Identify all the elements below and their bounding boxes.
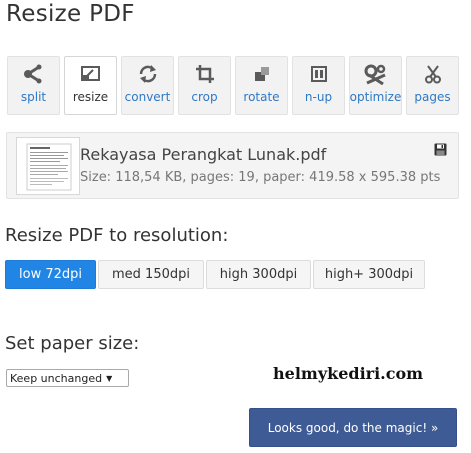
tool-label: resize — [72, 90, 109, 104]
tool-label: convert — [124, 90, 171, 104]
n-up-icon — [309, 57, 329, 90]
crop-icon — [195, 57, 215, 90]
rotate-icon — [252, 57, 272, 90]
resolution-option-high-plus[interactable]: high+ 300dpi — [313, 260, 425, 289]
file-panel: Rekayasa Perangkat Lunak.pdf Size: 118,5… — [6, 132, 459, 199]
resolution-title: Resize PDF to resolution: — [5, 225, 229, 246]
tool-convert[interactable]: convert — [121, 56, 174, 115]
tool-label: split — [20, 90, 47, 104]
tool-label: crop — [191, 90, 218, 104]
scissors-icon — [423, 57, 443, 90]
resize-icon — [79, 57, 103, 90]
tool-label: rotate — [243, 90, 280, 104]
paper-size-value: Keep unchanged — [10, 371, 103, 385]
submit-button[interactable]: Looks good, do the magic! » — [249, 408, 457, 447]
tool-label: pages — [414, 90, 451, 104]
tool-toolbar: split resize convert crop rotate n-up op… — [7, 56, 459, 115]
paper-size-select[interactable]: Keep unchanged ▼ — [6, 369, 129, 387]
pdf-thumbnail — [16, 137, 80, 195]
floppy-disk-icon[interactable] — [434, 141, 447, 160]
tool-resize[interactable]: resize — [64, 56, 117, 115]
split-icon — [22, 57, 46, 90]
file-name: Rekayasa Perangkat Lunak.pdf — [80, 145, 327, 164]
paper-size-title: Set paper size: — [5, 333, 140, 354]
resolution-option-low[interactable]: low 72dpi — [5, 260, 96, 289]
resolution-options: low 72dpi med 150dpi high 300dpi high+ 3… — [5, 260, 425, 289]
tool-rotate[interactable]: rotate — [235, 56, 288, 115]
resolution-option-high[interactable]: high 300dpi — [206, 260, 311, 289]
resolution-option-med[interactable]: med 150dpi — [98, 260, 204, 289]
convert-icon — [137, 57, 159, 90]
file-info: Size: 118,54 KB, pages: 19, paper: 419.5… — [80, 170, 441, 185]
tool-label: n-up — [304, 90, 333, 104]
chevron-down-icon: ▼ — [106, 373, 113, 383]
tool-label: optimize — [349, 90, 402, 104]
tool-pages[interactable]: pages — [406, 56, 459, 115]
tool-optimize[interactable]: optimize — [349, 56, 402, 115]
tool-n-up[interactable]: n-up — [292, 56, 345, 115]
page-title: Resize PDF — [6, 1, 135, 27]
optimize-icon — [363, 57, 389, 90]
tool-crop[interactable]: crop — [178, 56, 231, 115]
watermark-text: helmykediri.com — [273, 364, 424, 383]
tool-split[interactable]: split — [7, 56, 60, 115]
